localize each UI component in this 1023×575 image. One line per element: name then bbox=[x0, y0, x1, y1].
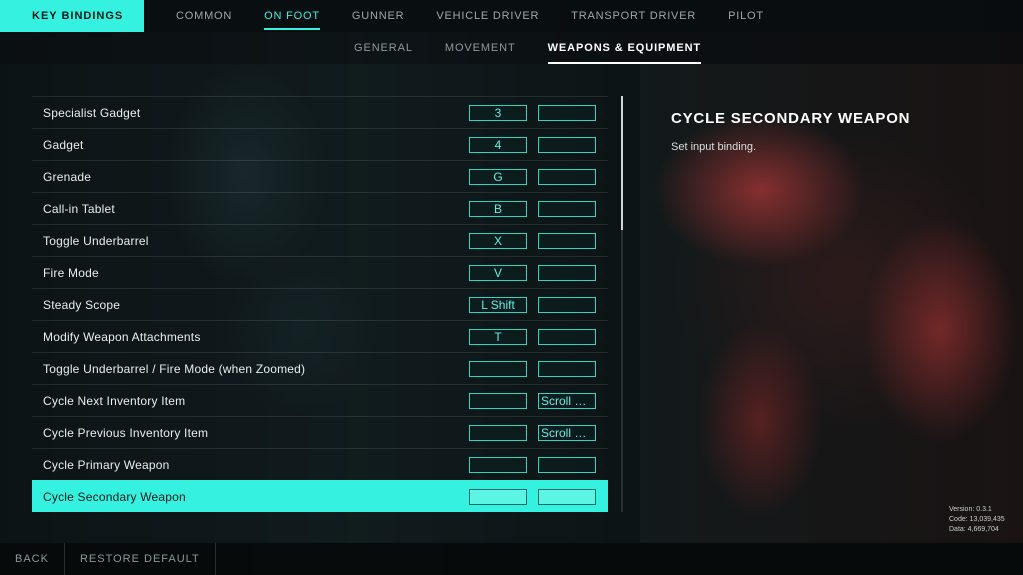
binding-row-toggle-underbarrel-fire-mode-zoomed[interactable]: Toggle Underbarrel / Fire Mode (when Zoo… bbox=[32, 352, 608, 384]
sub-nav: GENERAL MOVEMENT WEAPONS & EQUIPMENT bbox=[0, 32, 1023, 64]
bindings-list: Specialist Gadget 3 Gadget 4 Grenade G C… bbox=[32, 96, 608, 512]
tab-pilot[interactable]: PILOT bbox=[728, 0, 764, 32]
subtab-movement[interactable]: MOVEMENT bbox=[445, 32, 516, 64]
page-title: KEY BINDINGS bbox=[0, 0, 144, 32]
primary-key-slot[interactable] bbox=[469, 425, 527, 441]
secondary-key-slot[interactable] bbox=[538, 329, 596, 345]
secondary-key-slot[interactable] bbox=[538, 489, 596, 505]
primary-key-slot[interactable] bbox=[469, 361, 527, 377]
primary-key-slot[interactable]: X bbox=[469, 233, 527, 249]
tab-transport-driver[interactable]: TRANSPORT DRIVER bbox=[571, 0, 696, 32]
bottom-bar: BACK RESTORE DEFAULT bbox=[0, 543, 1023, 575]
version-text: Version: 0.3.1 bbox=[949, 506, 992, 513]
secondary-key-slot[interactable] bbox=[538, 105, 596, 121]
binding-label: Cycle Primary Weapon bbox=[43, 457, 170, 472]
secondary-key-slot[interactable] bbox=[538, 201, 596, 217]
primary-key-slot[interactable]: L Shift bbox=[469, 297, 527, 313]
secondary-key-slot[interactable] bbox=[538, 297, 596, 313]
subtab-general[interactable]: GENERAL bbox=[354, 32, 413, 64]
secondary-key-slot[interactable] bbox=[538, 457, 596, 473]
primary-key-slot[interactable] bbox=[469, 393, 527, 409]
version-info: Version: 0.3.1 Code: 13,039,435 Data: 4,… bbox=[949, 505, 1005, 535]
tab-vehicle-driver[interactable]: VEHICLE DRIVER bbox=[436, 0, 539, 32]
binding-label: Fire Mode bbox=[43, 265, 99, 280]
category-tabs: COMMON ON FOOT GUNNER VEHICLE DRIVER TRA… bbox=[176, 0, 796, 32]
binding-row-cycle-previous-inventory-item[interactable]: Cycle Previous Inventory Item Scroll W..… bbox=[32, 416, 608, 448]
secondary-key-slot[interactable] bbox=[538, 233, 596, 249]
binding-row-toggle-underbarrel[interactable]: Toggle Underbarrel X bbox=[32, 224, 608, 256]
binding-label: Modify Weapon Attachments bbox=[43, 329, 201, 344]
binding-row-specialist-gadget[interactable]: Specialist Gadget 3 bbox=[32, 96, 608, 128]
secondary-key-slot[interactable] bbox=[538, 137, 596, 153]
binding-label: Grenade bbox=[43, 169, 92, 184]
top-nav: KEY BINDINGS COMMON ON FOOT GUNNER VEHIC… bbox=[0, 0, 1023, 32]
binding-row-cycle-primary-weapon[interactable]: Cycle Primary Weapon bbox=[32, 448, 608, 480]
subtab-weapons-equipment[interactable]: WEAPONS & EQUIPMENT bbox=[547, 32, 702, 64]
binding-row-gadget[interactable]: Gadget 4 bbox=[32, 128, 608, 160]
tab-on-foot[interactable]: ON FOOT bbox=[264, 0, 320, 32]
binding-row-grenade[interactable]: Grenade G bbox=[32, 160, 608, 192]
primary-key-slot[interactable]: B bbox=[469, 201, 527, 217]
binding-label: Steady Scope bbox=[43, 297, 121, 312]
binding-label: Cycle Previous Inventory Item bbox=[43, 425, 209, 440]
primary-key-slot[interactable]: V bbox=[469, 265, 527, 281]
secondary-key-slot[interactable] bbox=[538, 169, 596, 185]
secondary-key-slot[interactable]: Scroll W... bbox=[538, 393, 596, 409]
primary-key-slot[interactable]: 3 bbox=[469, 105, 527, 121]
code-text: Code: 13,039,435 bbox=[949, 516, 1005, 523]
detail-title: CYCLE SECONDARY WEAPON bbox=[671, 110, 911, 127]
back-button[interactable]: BACK bbox=[0, 543, 65, 575]
tab-common[interactable]: COMMON bbox=[176, 0, 232, 32]
binding-row-call-in-tablet[interactable]: Call-in Tablet B bbox=[32, 192, 608, 224]
binding-label: Cycle Secondary Weapon bbox=[43, 489, 186, 504]
binding-row-cycle-next-inventory-item[interactable]: Cycle Next Inventory Item Scroll W... bbox=[32, 384, 608, 416]
primary-key-slot[interactable] bbox=[469, 489, 527, 505]
primary-key-slot[interactable]: T bbox=[469, 329, 527, 345]
binding-label: Toggle Underbarrel / Fire Mode (when Zoo… bbox=[43, 361, 306, 376]
detail-panel: CYCLE SECONDARY WEAPON Set input binding… bbox=[671, 110, 910, 153]
binding-row-fire-mode[interactable]: Fire Mode V bbox=[32, 256, 608, 288]
binding-label: Call-in Tablet bbox=[43, 201, 115, 216]
data-text: Data: 4,669,704 bbox=[949, 526, 999, 533]
tab-gunner[interactable]: GUNNER bbox=[352, 0, 404, 32]
binding-label: Cycle Next Inventory Item bbox=[43, 393, 186, 408]
secondary-key-slot[interactable] bbox=[538, 361, 596, 377]
scrollbar-thumb[interactable] bbox=[621, 96, 623, 230]
primary-key-slot[interactable]: G bbox=[469, 169, 527, 185]
binding-label: Toggle Underbarrel bbox=[43, 233, 149, 248]
binding-row-steady-scope[interactable]: Steady Scope L Shift bbox=[32, 288, 608, 320]
binding-row-modify-weapon-attachments[interactable]: Modify Weapon Attachments T bbox=[32, 320, 608, 352]
primary-key-slot[interactable] bbox=[469, 457, 527, 473]
detail-description: Set input binding. bbox=[671, 141, 757, 153]
secondary-key-slot[interactable] bbox=[538, 265, 596, 281]
restore-default-button[interactable]: RESTORE DEFAULT bbox=[65, 543, 216, 575]
binding-row-cycle-secondary-weapon[interactable]: Cycle Secondary Weapon bbox=[32, 480, 608, 512]
primary-key-slot[interactable]: 4 bbox=[469, 137, 527, 153]
binding-label: Specialist Gadget bbox=[43, 105, 141, 120]
binding-label: Gadget bbox=[43, 137, 84, 152]
secondary-key-slot[interactable]: Scroll W... bbox=[538, 425, 596, 441]
